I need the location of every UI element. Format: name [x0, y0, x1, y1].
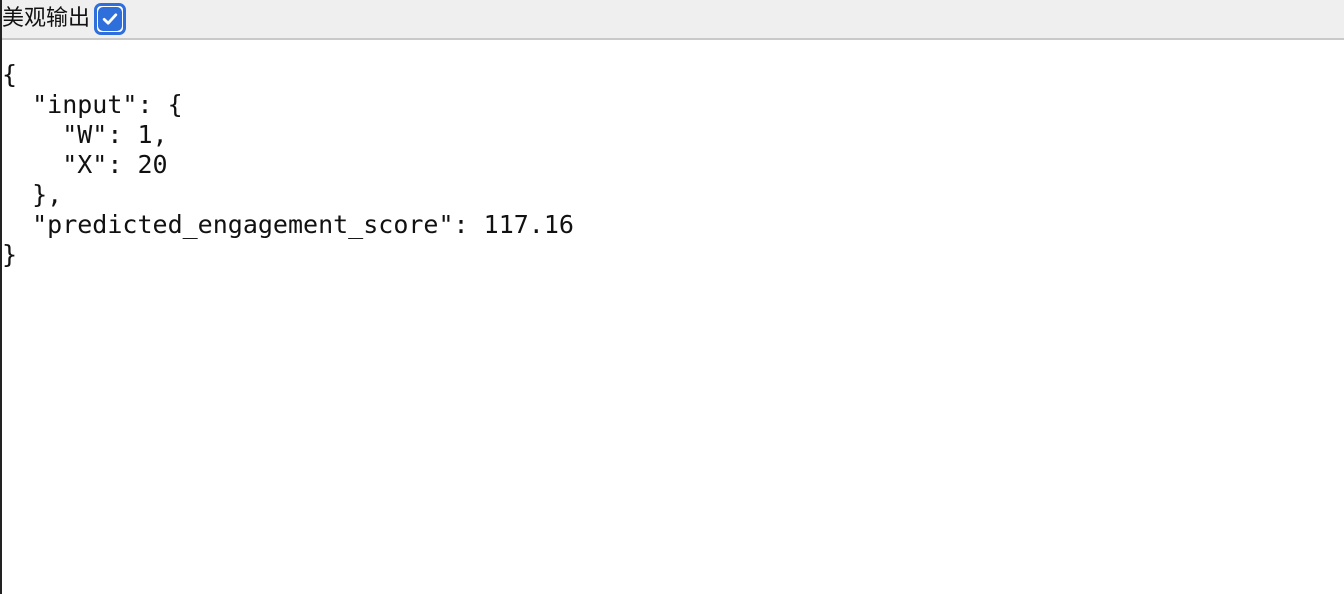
json-line: "X": 20 — [2, 150, 168, 179]
checkbox-fill — [98, 7, 123, 31]
json-line: "input": { — [2, 90, 183, 119]
json-line: }, — [2, 180, 63, 209]
toolbar: 美观输出 — [2, 0, 1344, 40]
json-line: "predicted_engagement_score": 117.16 — [2, 210, 574, 239]
json-line: } — [2, 240, 18, 269]
app-page: 美观输出 { "input": { "W": 1, "X": 20 }, "pr… — [0, 0, 1344, 594]
pretty-output-checkbox[interactable] — [94, 3, 127, 35]
json-output: { "input": { "W": 1, "X": 20 }, "predict… — [2, 60, 1344, 270]
json-line: { — [2, 60, 18, 89]
pretty-output-label: 美观输出 — [2, 6, 91, 31]
json-line: "W": 1, — [2, 120, 168, 149]
check-icon — [102, 13, 118, 25]
